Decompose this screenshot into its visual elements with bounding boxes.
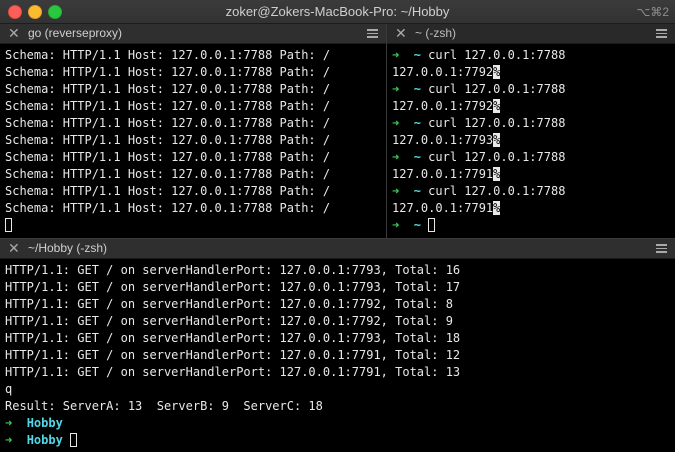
prompt-line: ➜ Hobby bbox=[5, 415, 670, 432]
output-line: Schema: HTTP/1.1 Host: 127.0.0.1:7788 Pa… bbox=[5, 201, 331, 215]
prompt-line bbox=[5, 217, 383, 234]
close-pane-icon[interactable]: ✕ bbox=[8, 240, 20, 257]
output-line: HTTP/1.1: GET / on serverHandlerPort: 12… bbox=[5, 365, 461, 379]
no-eol-mark: % bbox=[493, 133, 501, 147]
prompt-dir: ~ bbox=[413, 150, 421, 164]
close-pane-icon[interactable]: ✕ bbox=[395, 25, 407, 42]
pane-menu-icon[interactable] bbox=[656, 244, 667, 253]
output-line: Schema: HTTP/1.1 Host: 127.0.0.1:7788 Pa… bbox=[5, 167, 331, 181]
terminal-window: zoker@Zokers-MacBook-Pro: ~/Hobby ⌥⌘2 ✕ … bbox=[0, 0, 675, 452]
command-line: ➜ ~ curl 127.0.0.1:7788 bbox=[392, 149, 672, 166]
pane-menu-icon[interactable] bbox=[367, 29, 378, 38]
pane-title-bottom: ~/Hobby (-zsh) bbox=[28, 241, 108, 255]
output-text: 127.0.0.1:7791 bbox=[392, 167, 494, 181]
prompt-dir: ~ bbox=[413, 184, 421, 198]
command-text: curl 127.0.0.1:7788 bbox=[428, 48, 566, 62]
prompt-arrow-icon: ➜ bbox=[5, 433, 13, 447]
text-cursor bbox=[70, 433, 78, 447]
pane-header-bottom[interactable]: ✕ ~/Hobby (-zsh) bbox=[0, 239, 675, 259]
vertical-split-divider[interactable] bbox=[386, 24, 387, 238]
output-line: Schema: HTTP/1.1 Host: 127.0.0.1:7788 Pa… bbox=[5, 82, 331, 96]
window-shortcut: ⌥⌘2 bbox=[636, 5, 669, 19]
output-line: Schema: HTTP/1.1 Host: 127.0.0.1:7788 Pa… bbox=[5, 116, 331, 130]
output-line: 127.0.0.1:7792% bbox=[392, 98, 672, 115]
pane-header-left[interactable]: ✕ go (reverseproxy) bbox=[0, 24, 386, 44]
output-line: HTTP/1.1: GET / on serverHandlerPort: 12… bbox=[5, 263, 461, 277]
command-line: ➜ ~ curl 127.0.0.1:7788 bbox=[392, 47, 672, 64]
command-text: curl 127.0.0.1:7788 bbox=[428, 150, 566, 164]
prompt-arrow-icon: ➜ bbox=[392, 82, 400, 96]
output-line: Schema: HTTP/1.1 Host: 127.0.0.1:7788 Pa… bbox=[5, 150, 331, 164]
terminal-output-right[interactable]: ➜ ~ curl 127.0.0.1:7788 127.0.0.1:7792% ➜ … bbox=[392, 47, 672, 237]
prompt-dir: ~ bbox=[413, 82, 421, 96]
prompt-arrow-icon: ➜ bbox=[392, 116, 400, 130]
command-text: curl 127.0.0.1:7788 bbox=[428, 116, 566, 130]
prompt-dir: Hobby bbox=[26, 433, 63, 447]
prompt-arrow-icon: ➜ bbox=[392, 48, 400, 62]
output-line: 127.0.0.1:7791% bbox=[392, 200, 672, 217]
terminal-output-left[interactable]: Schema: HTTP/1.1 Host: 127.0.0.1:7788 Pa… bbox=[5, 47, 383, 237]
output-text: 127.0.0.1:7793 bbox=[392, 133, 494, 147]
output-line: Schema: HTTP/1.1 Host: 127.0.0.1:7788 Pa… bbox=[5, 65, 331, 79]
output-line: Schema: HTTP/1.1 Host: 127.0.0.1:7788 Pa… bbox=[5, 99, 331, 113]
no-eol-mark: % bbox=[493, 65, 501, 79]
pane-header-right[interactable]: ✕ ~ (-zsh) bbox=[387, 24, 675, 44]
no-eol-mark: % bbox=[493, 201, 501, 215]
output-line: HTTP/1.1: GET / on serverHandlerPort: 12… bbox=[5, 314, 453, 328]
output-text: 127.0.0.1:7792 bbox=[392, 65, 494, 79]
prompt-dir: Hobby bbox=[26, 416, 63, 430]
output-line: q bbox=[5, 382, 13, 396]
command-line: ➜ ~ curl 127.0.0.1:7788 bbox=[392, 81, 672, 98]
prompt-arrow-icon: ➜ bbox=[392, 184, 400, 198]
output-line: Schema: HTTP/1.1 Host: 127.0.0.1:7788 Pa… bbox=[5, 184, 331, 198]
command-text: curl 127.0.0.1:7788 bbox=[428, 82, 566, 96]
output-line: 127.0.0.1:7791% bbox=[392, 166, 672, 183]
terminal-output-bottom[interactable]: HTTP/1.1: GET / on serverHandlerPort: 12… bbox=[5, 262, 670, 450]
output-line: HTTP/1.1: GET / on serverHandlerPort: 12… bbox=[5, 297, 453, 311]
pane-title-right: ~ (-zsh) bbox=[415, 26, 457, 40]
prompt-dir: ~ bbox=[413, 218, 421, 232]
output-line: 127.0.0.1:7792% bbox=[392, 64, 672, 81]
output-line: 127.0.0.1:7793% bbox=[392, 132, 672, 149]
window-title: zoker@Zokers-MacBook-Pro: ~/Hobby bbox=[225, 4, 450, 19]
close-pane-icon[interactable]: ✕ bbox=[8, 25, 20, 42]
output-line: HTTP/1.1: GET / on serverHandlerPort: 12… bbox=[5, 348, 461, 362]
prompt-arrow-icon: ➜ bbox=[392, 218, 400, 232]
pane-menu-icon[interactable] bbox=[656, 29, 667, 38]
output-line: Schema: HTTP/1.1 Host: 127.0.0.1:7788 Pa… bbox=[5, 133, 331, 147]
text-cursor bbox=[428, 218, 436, 232]
output-text: 127.0.0.1:7791 bbox=[392, 201, 494, 215]
output-line: HTTP/1.1: GET / on serverHandlerPort: 12… bbox=[5, 280, 461, 294]
pane-title-left: go (reverseproxy) bbox=[28, 26, 123, 40]
output-line: Schema: HTTP/1.1 Host: 127.0.0.1:7788 Pa… bbox=[5, 48, 331, 62]
command-line: ➜ ~ curl 127.0.0.1:7788 bbox=[392, 115, 672, 132]
output-line: Result: ServerA: 13 ServerB: 9 ServerC: … bbox=[5, 399, 323, 413]
no-eol-mark: % bbox=[493, 99, 501, 113]
command-text: curl 127.0.0.1:7788 bbox=[428, 184, 566, 198]
output-text: 127.0.0.1:7792 bbox=[392, 99, 494, 113]
output-line: HTTP/1.1: GET / on serverHandlerPort: 12… bbox=[5, 331, 461, 345]
prompt-line: ➜ Hobby bbox=[5, 432, 670, 449]
prompt-dir: ~ bbox=[413, 48, 421, 62]
text-cursor bbox=[5, 218, 12, 232]
prompt-arrow-icon: ➜ bbox=[392, 150, 400, 164]
prompt-line: ➜ ~ bbox=[392, 217, 672, 234]
prompt-dir: ~ bbox=[413, 116, 421, 130]
title-bar[interactable]: zoker@Zokers-MacBook-Pro: ~/Hobby ⌥⌘2 bbox=[0, 0, 675, 24]
command-line: ➜ ~ curl 127.0.0.1:7788 bbox=[392, 183, 672, 200]
prompt-arrow-icon: ➜ bbox=[5, 416, 13, 430]
no-eol-mark: % bbox=[493, 167, 501, 181]
